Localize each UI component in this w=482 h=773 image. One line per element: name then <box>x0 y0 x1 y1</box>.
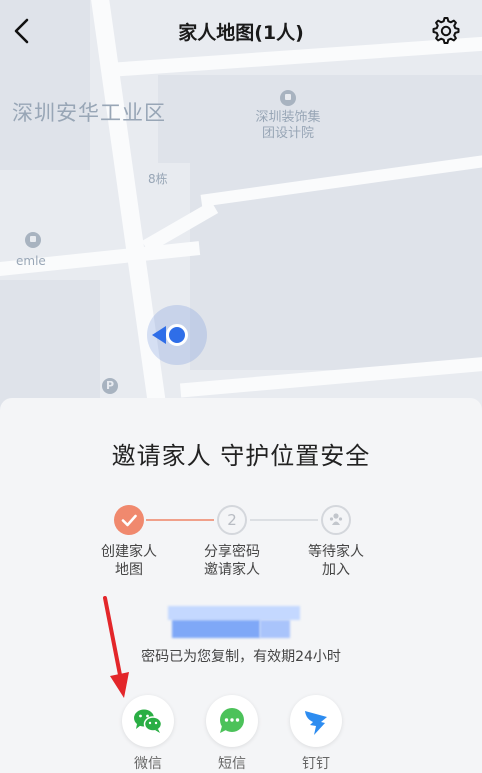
district-label: 深圳安华工业区 <box>12 101 166 125</box>
heading-arrow-icon <box>152 326 166 344</box>
poi-label-line2: 团设计院 <box>261 126 314 141</box>
share-dingtalk-label: 钉钉 <box>302 756 330 772</box>
step-3-indicator <box>321 505 351 535</box>
step-2-label-line2: 邀请家人 <box>204 562 260 578</box>
invite-code-redacted <box>168 606 300 640</box>
step-1-label-line2: 地图 <box>115 562 143 578</box>
share-dingtalk-button[interactable] <box>290 695 342 747</box>
step-2-label-line1: 分享密码 <box>204 544 260 560</box>
wechat-icon <box>134 709 163 733</box>
sms-icon <box>220 708 244 733</box>
shop-pin-icon[interactable] <box>25 232 41 248</box>
share-sms-label: 短信 <box>218 756 246 772</box>
parking-icon[interactable]: P <box>102 378 118 394</box>
step-3-label-line2: 加入 <box>322 562 350 578</box>
poi-pin-icon[interactable] <box>280 90 296 106</box>
step-2-label: 分享密码 邀请家人 <box>187 543 277 579</box>
step-3-label: 等待家人 加入 <box>291 543 381 579</box>
gear-icon <box>432 17 460 44</box>
shop-label: emle <box>16 254 46 268</box>
building-label: 8栋 <box>148 172 168 186</box>
annotation-arrow-icon <box>103 596 129 698</box>
settings-button[interactable] <box>430 15 462 47</box>
poi-label-line1: 深圳装饰集 <box>255 110 321 125</box>
step-connector <box>146 519 214 521</box>
step-2-indicator: 2 <box>217 505 247 535</box>
share-wechat-label: 微信 <box>134 756 162 772</box>
dingtalk-icon <box>305 711 327 735</box>
family-icon <box>329 513 343 525</box>
page-title: 家人地图(1人) <box>178 22 304 44</box>
share-sms-button[interactable] <box>206 695 258 747</box>
map-block <box>0 280 100 410</box>
top-bar: 家人地图(1人) <box>0 0 482 62</box>
checkmark-icon <box>121 514 137 527</box>
step-1-done-indicator <box>114 505 144 535</box>
step-connector <box>250 519 318 521</box>
share-wechat-button[interactable] <box>122 695 174 747</box>
invite-title: 邀请家人 守护位置安全 <box>111 442 371 470</box>
step-1-label-line1: 创建家人 <box>101 544 157 560</box>
copy-notice: 密码已为您复制，有效期24小时 <box>141 649 341 665</box>
poi-label[interactable]: 深圳装饰集 团设计院 <box>240 110 336 142</box>
current-location-icon[interactable] <box>166 324 188 346</box>
step-1-label: 创建家人 地图 <box>84 543 174 579</box>
step-3-label-line1: 等待家人 <box>308 544 364 560</box>
